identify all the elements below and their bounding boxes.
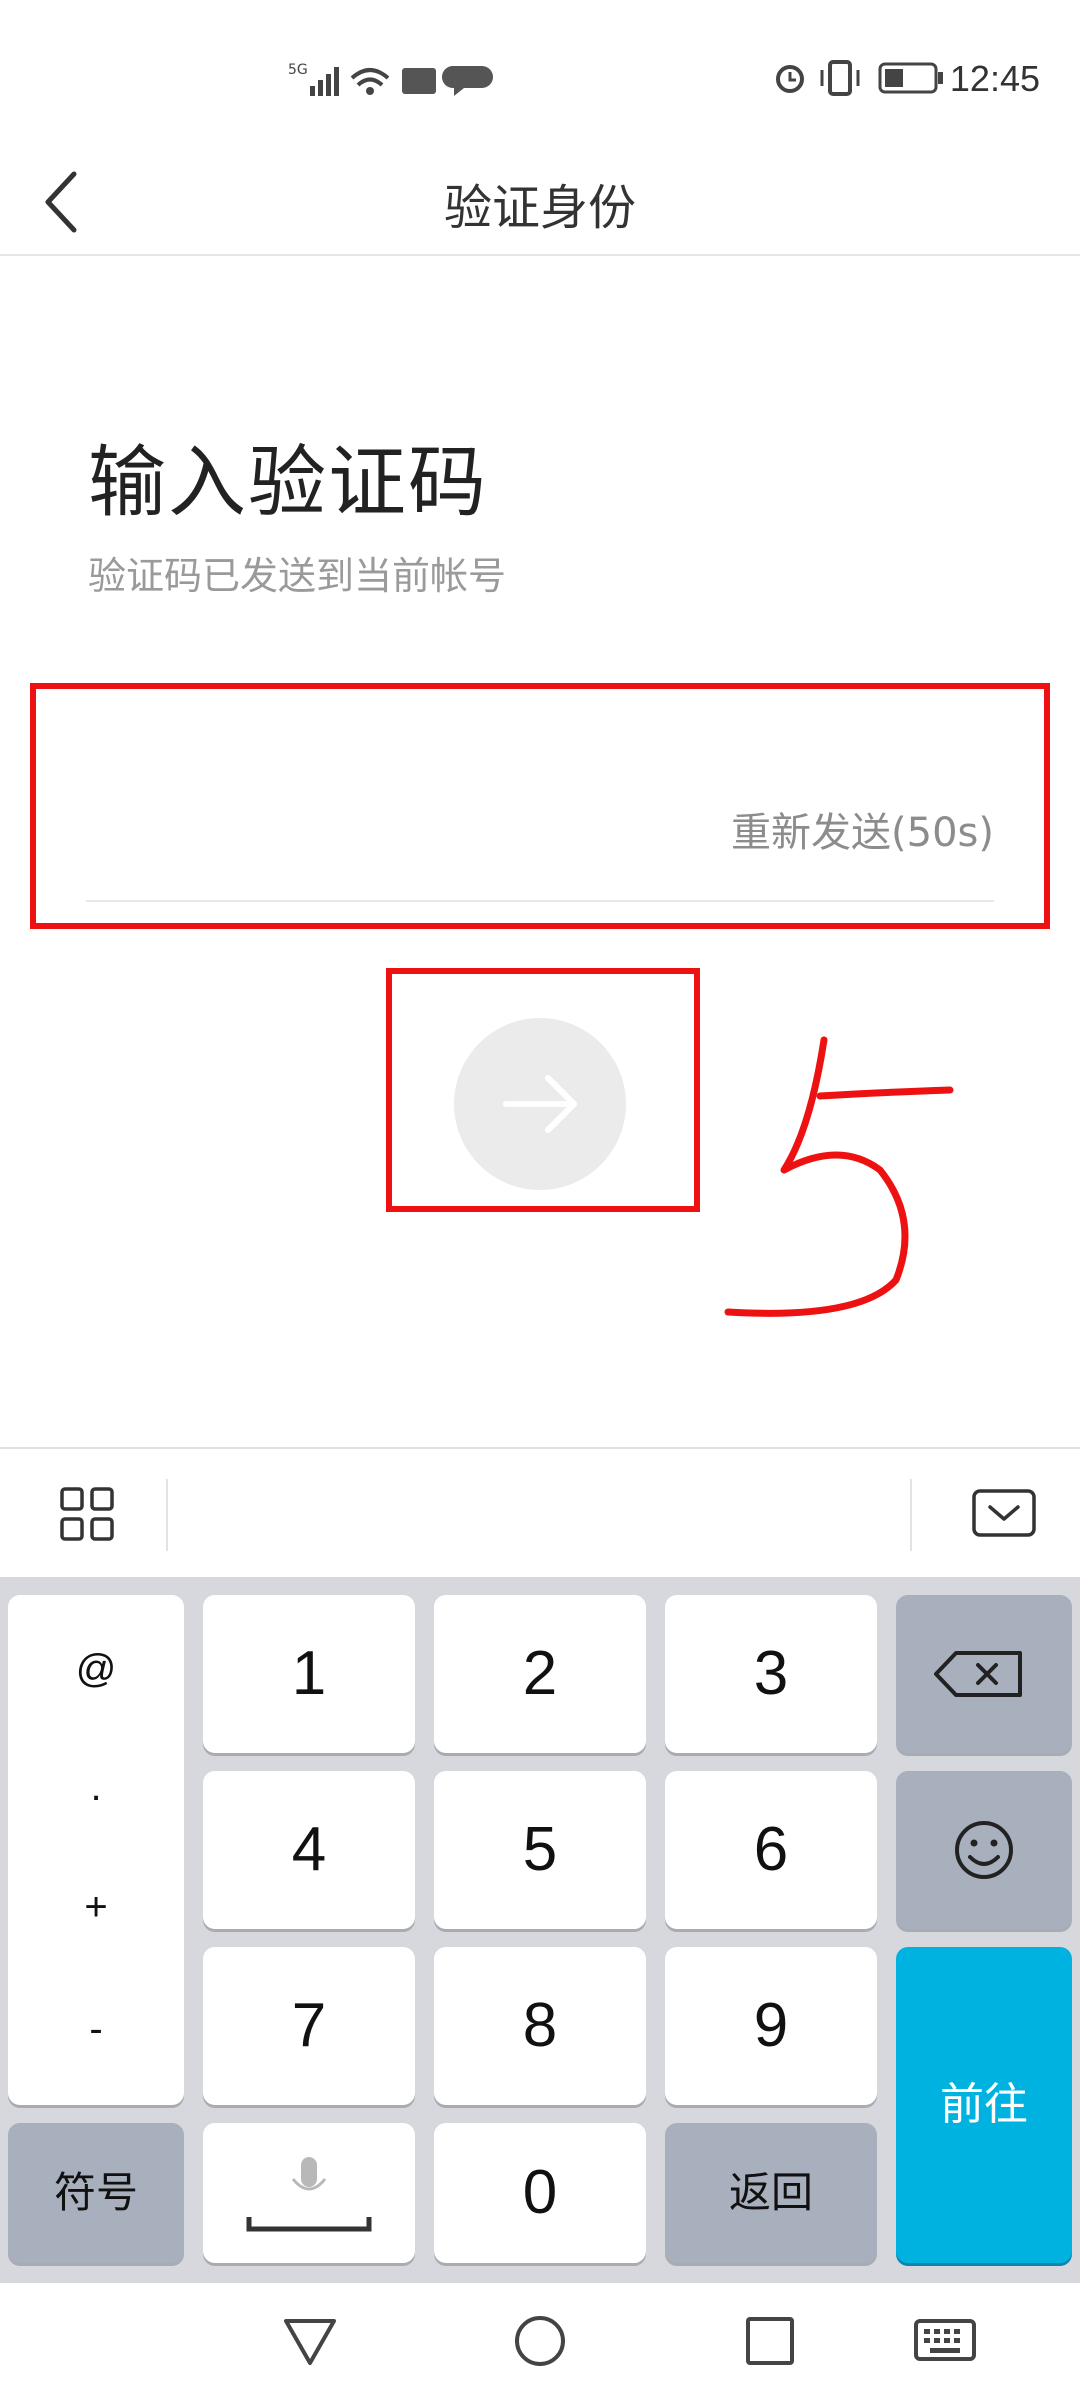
- highlight-box-next-button: [386, 968, 700, 1212]
- nav-back-icon[interactable]: [280, 2313, 340, 2369]
- back-key[interactable]: 返回: [665, 2123, 877, 2263]
- signal-wifi-status-icons: 5G: [288, 62, 493, 96]
- nav-keyboard-icon[interactable]: [912, 2315, 978, 2367]
- voice-space-key[interactable]: [203, 2123, 415, 2263]
- key-minus[interactable]: -: [8, 2007, 184, 2052]
- back-arrow-icon: [45, 171, 77, 233]
- key-6[interactable]: 6: [665, 1771, 877, 1929]
- key-8[interactable]: 8: [434, 1947, 646, 2105]
- network-type-label: 5G: [288, 62, 308, 78]
- toolbar-divider: [166, 1479, 168, 1551]
- key-3[interactable]: 3: [665, 1595, 877, 1753]
- page-title: 验证身份: [443, 180, 636, 236]
- emoji-key[interactable]: [896, 1771, 1072, 1929]
- key-dot[interactable]: .: [8, 1765, 184, 1810]
- status-bar: 5G 12:45: [0, 0, 1080, 150]
- key-0[interactable]: 0: [434, 2123, 646, 2263]
- symbols-key[interactable]: 符号: [8, 2123, 184, 2263]
- nav-recents-icon[interactable]: [740, 2313, 800, 2369]
- keyboard-toolbar: [0, 1447, 1080, 1579]
- key-2[interactable]: 2: [434, 1595, 646, 1753]
- numeric-keypad: @ . + - 1 2 3 4 5 6 7 8 9 0 符号 返回 前往: [0, 1577, 1080, 2283]
- key-7[interactable]: 7: [203, 1947, 415, 2105]
- nav-home-icon[interactable]: [510, 2313, 570, 2369]
- key-4[interactable]: 4: [203, 1771, 415, 1929]
- key-at[interactable]: @: [8, 1647, 184, 1692]
- key-1[interactable]: 1: [203, 1595, 415, 1753]
- highlight-box-code-input: [30, 683, 1050, 929]
- symbol-column[interactable]: @ . + -: [8, 1595, 184, 2105]
- system-navigation-bar: [0, 2283, 1080, 2400]
- delete-key[interactable]: [896, 1595, 1072, 1753]
- microphone-space-icon: [246, 2157, 372, 2232]
- go-key[interactable]: 前往: [896, 1947, 1072, 2263]
- alarm-vibrate-battery-icons: [776, 60, 943, 96]
- app-header: 验证身份: [0, 150, 1080, 256]
- grid-icon[interactable]: [56, 1483, 120, 1547]
- back-button[interactable]: [30, 158, 100, 248]
- key-5[interactable]: 5: [434, 1771, 646, 1929]
- handwritten-number-annotation: [724, 1036, 954, 1317]
- keyboard-hide-icon[interactable]: [970, 1485, 1040, 1545]
- smiley-icon: [955, 1821, 1013, 1879]
- key-9[interactable]: 9: [665, 1947, 877, 2105]
- code-sent-subtitle: 验证码已发送到当前帐号: [88, 554, 507, 598]
- heading-enter-code: 输入验证码: [88, 438, 489, 528]
- backspace-icon: [934, 1651, 1022, 1697]
- clock: 12:45: [949, 58, 1040, 99]
- toolbar-divider: [910, 1479, 912, 1551]
- key-plus[interactable]: +: [8, 1885, 184, 1930]
